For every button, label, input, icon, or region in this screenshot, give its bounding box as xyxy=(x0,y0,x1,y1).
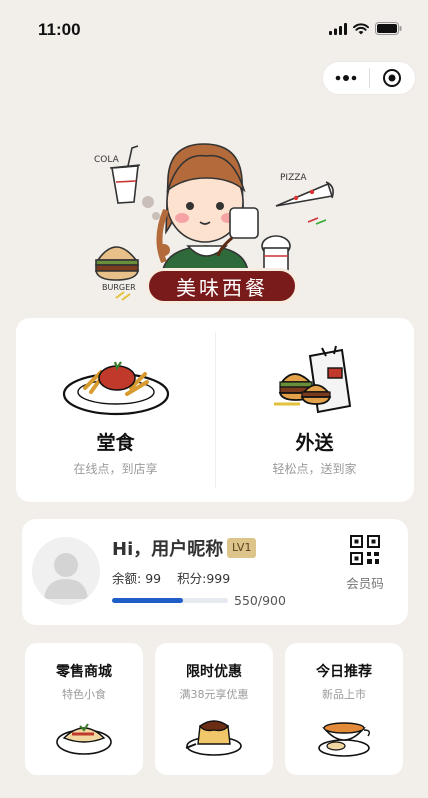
soup-bowl-icon xyxy=(318,722,371,757)
retail-mall-title: 零售商城 xyxy=(56,664,112,680)
member-code-label: 会员码 xyxy=(346,576,384,591)
qr-code-icon xyxy=(350,535,380,565)
svg-text:COLA: COLA xyxy=(94,155,120,165)
level-badge: LV1 xyxy=(227,538,257,558)
today-recommend-title: 今日推荐 xyxy=(316,664,372,680)
level-progress-bar xyxy=(112,598,228,603)
delivery-title: 外送 xyxy=(295,432,334,454)
signal-icon xyxy=(329,22,347,35)
dine-in-title: 堂食 xyxy=(96,432,135,454)
level-progress-fill xyxy=(112,598,183,603)
order-options-card: 堂食 在线点，到店享 外送 轻松点，送到家 xyxy=(16,318,414,502)
miniprogram-capsule xyxy=(322,61,416,95)
dine-in-option[interactable]: 堂食 在线点，到店享 xyxy=(16,318,215,502)
pudding-plate-icon xyxy=(185,720,242,756)
svg-text:BURGER: BURGER xyxy=(102,283,136,292)
balance-points-line: 余额: 99 积分:999 xyxy=(112,568,230,587)
delivery-subtitle: 轻松点，送到家 xyxy=(272,462,357,476)
balance: 余额: 99 xyxy=(112,571,162,586)
dine-in-plate-icon xyxy=(62,361,169,416)
user-greeting: Hi，用户昵称 xyxy=(112,539,224,560)
battery-icon xyxy=(375,22,402,35)
level-progress-text: 550/900 xyxy=(234,593,286,608)
avatar[interactable] xyxy=(32,537,100,605)
limited-offer-subtitle: 满38元享优惠 xyxy=(179,688,249,701)
avatar-placeholder-icon xyxy=(44,553,88,599)
status-time: 11:00 xyxy=(38,20,81,39)
today-recommend-subtitle: 新品上市 xyxy=(322,688,366,701)
pizza-doodle xyxy=(275,181,334,225)
wifi-icon xyxy=(353,22,369,34)
wrap-plate-icon xyxy=(56,723,112,755)
limited-offer-title: 限时优惠 xyxy=(186,664,242,680)
more-button[interactable] xyxy=(323,62,369,94)
dine-in-subtitle: 在线点，到店享 xyxy=(73,462,158,476)
retail-mall-subtitle: 特色小食 xyxy=(62,688,106,701)
member-card: Hi，用户昵称 LV1 余额: 99 积分:999 550/900 会员码 xyxy=(22,519,408,625)
points: 积分:999 xyxy=(177,571,231,586)
member-code-button[interactable]: 会员码 xyxy=(340,535,390,592)
delivery-option[interactable]: 外送 轻松点，送到家 xyxy=(215,318,414,502)
svg-text:PIZZA: PIZZA xyxy=(280,173,307,183)
retail-mall-card[interactable]: 零售商城 特色小食 xyxy=(25,643,143,775)
delivery-burger-bag-icon xyxy=(273,345,351,414)
close-button[interactable] xyxy=(370,62,416,94)
target-circle-icon xyxy=(383,69,402,87)
chef-girl xyxy=(156,143,259,279)
today-recommend-card[interactable]: 今日推荐 新品上市 xyxy=(285,643,403,775)
burger-doodle xyxy=(95,246,139,281)
status-icons xyxy=(329,22,402,35)
limited-offer-card[interactable]: 限时优惠 满38元享优惠 xyxy=(155,643,273,775)
more-dots-icon xyxy=(335,75,357,81)
hero-banner-title: 美味西餐 xyxy=(146,268,298,304)
